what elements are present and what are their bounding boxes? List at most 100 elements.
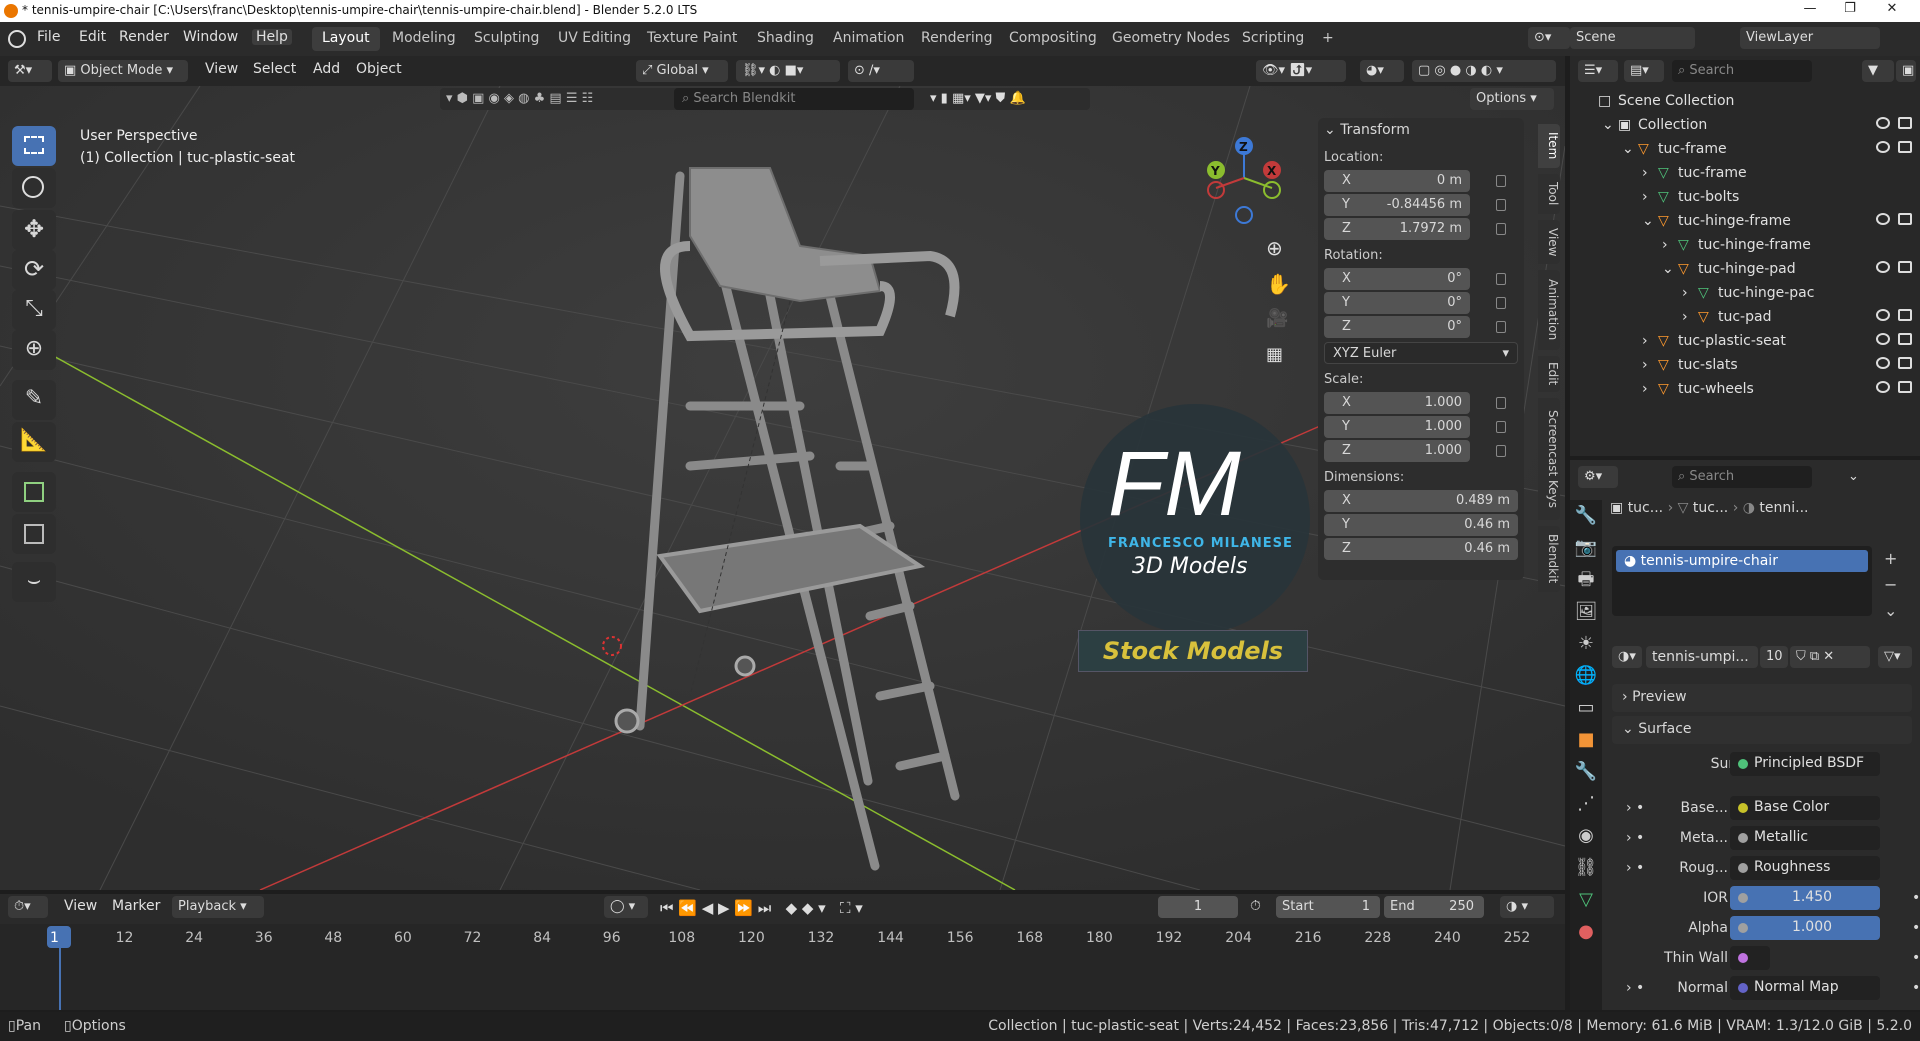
- tab-shading[interactable]: Shading: [747, 27, 824, 51]
- clock-icon[interactable]: ⏱: [1250, 898, 1261, 914]
- expand-input-icon[interactable]: › •: [1626, 860, 1644, 876]
- tool-tab-icon[interactable]: 🔧: [1570, 500, 1602, 532]
- render-camera-icon[interactable]: [1898, 357, 1912, 369]
- menu-select[interactable]: Select: [253, 61, 296, 77]
- editor-type-icon[interactable]: ⚒▾: [8, 60, 52, 82]
- display-mode-icon[interactable]: ▤▾: [1624, 60, 1664, 82]
- view-layer-tab-icon[interactable]: 🖼: [1570, 596, 1602, 628]
- chevron-down-icon[interactable]: ⌄: [1622, 141, 1634, 157]
- menu-help[interactable]: Help: [252, 29, 292, 45]
- shader-input-value-field[interactable]: Metallic: [1730, 826, 1880, 850]
- render-camera-icon[interactable]: [1898, 141, 1912, 153]
- visibility-eye-icon[interactable]: [1876, 261, 1890, 273]
- rotation-mode-dropdown[interactable]: XYZ Euler ▾: [1324, 342, 1518, 364]
- outliner-object-row[interactable]: › ▽ tuc-frame: [1570, 162, 1920, 186]
- chevron-right-icon[interactable]: ›: [1682, 285, 1688, 301]
- outliner-object-row[interactable]: › ▽ tuc-hinge-frame: [1570, 234, 1920, 258]
- chevron-down-icon[interactable]: ⌄: [1642, 213, 1654, 229]
- auto-keying-icon[interactable]: ◯ ▾: [604, 896, 648, 918]
- tab-texture-paint[interactable]: Texture Paint: [637, 27, 747, 51]
- visibility-eye-icon[interactable]: [1876, 333, 1890, 345]
- lock-icon[interactable]: [1496, 223, 1506, 235]
- tab-animation[interactable]: Animation: [823, 27, 914, 51]
- tab-edit[interactable]: Edit: [1538, 356, 1560, 392]
- lock-icon[interactable]: [1496, 445, 1506, 457]
- menu-file[interactable]: File: [37, 29, 60, 45]
- proportional-edit[interactable]: ⊙ ∕▾: [848, 60, 914, 82]
- outliner-object-row[interactable]: ⌄ ▽ tuc-frame: [1570, 138, 1920, 162]
- render-camera-icon[interactable]: [1898, 117, 1912, 129]
- properties-search-input[interactable]: ⌕ Search: [1672, 466, 1812, 488]
- tab-screencast-keys[interactable]: Screencast Keys: [1538, 398, 1560, 520]
- keyframe-dot-icon[interactable]: •: [1912, 920, 1920, 936]
- chevron-right-icon[interactable]: ›: [1642, 165, 1648, 181]
- keyframe-dot-icon[interactable]: •: [1912, 950, 1920, 966]
- tab-compositing[interactable]: Compositing: [999, 27, 1107, 51]
- camera-view-icon[interactable]: 🎥: [1266, 308, 1288, 329]
- menu-add[interactable]: Add: [313, 61, 340, 77]
- material-users-count[interactable]: 10: [1760, 646, 1788, 668]
- properties-editor-icon[interactable]: ⚙▾: [1578, 466, 1618, 488]
- tab-rendering[interactable]: Rendering: [911, 27, 1003, 51]
- chevron-right-icon[interactable]: ›: [1642, 189, 1648, 205]
- scale-y-field[interactable]: Y 1.000: [1324, 416, 1470, 438]
- render-camera-icon[interactable]: [1898, 213, 1912, 225]
- chevron-right-icon[interactable]: ›: [1642, 381, 1648, 397]
- outliner-collection-row[interactable]: ⌄ ▣ Collection: [1570, 114, 1920, 138]
- outliner-object-row[interactable]: ⌄ ▽ tuc-hinge-pad: [1570, 258, 1920, 282]
- chevron-down-icon[interactable]: ⌄: [1662, 261, 1674, 277]
- surface-panel-header[interactable]: ⌄ Surface: [1612, 716, 1912, 744]
- chevron-right-icon[interactable]: ›: [1662, 237, 1668, 253]
- filter-icon[interactable]: ▼: [1862, 60, 1894, 82]
- preview-panel-header[interactable]: › Preview: [1612, 684, 1912, 712]
- lock-icon[interactable]: [1496, 421, 1506, 433]
- keyframe-dot-icon[interactable]: •: [1912, 890, 1920, 906]
- scene-tab-icon[interactable]: ☀: [1570, 628, 1602, 660]
- lock-icon[interactable]: [1496, 397, 1506, 409]
- chevron-right-icon[interactable]: ›: [1642, 357, 1648, 373]
- viewlayer-field[interactable]: ViewLayer: [1740, 27, 1880, 49]
- menu-object[interactable]: Object: [356, 61, 402, 77]
- outliner-object-row[interactable]: › ▽ tuc-plastic-seat: [1570, 330, 1920, 354]
- pan-hand-icon[interactable]: ✋: [1266, 272, 1291, 296]
- new-collection-icon[interactable]: ▣: [1896, 60, 1916, 82]
- timeline-editor-icon[interactable]: ⏱▾: [8, 896, 48, 918]
- orientation-dropdown[interactable]: ⤢ Global ▾: [636, 60, 728, 82]
- tab-uv-editing[interactable]: UV Editing: [548, 27, 641, 51]
- render-camera-icon[interactable]: [1898, 309, 1912, 321]
- lock-icon[interactable]: [1496, 199, 1506, 211]
- world-tab-icon[interactable]: 🌐: [1570, 660, 1602, 692]
- expand-input-icon[interactable]: › •: [1626, 800, 1644, 816]
- visibility-eye-icon[interactable]: [1876, 141, 1890, 153]
- menu-view[interactable]: View: [205, 61, 238, 77]
- overlays-toggle[interactable]: ◕▾: [1360, 60, 1404, 82]
- tab-view[interactable]: View: [1538, 220, 1560, 264]
- menu-edit[interactable]: Edit: [79, 29, 106, 45]
- shading-modes[interactable]: ▢ ◎ ● ◑ ◐ ▾: [1412, 60, 1556, 82]
- render-camera-icon[interactable]: [1898, 333, 1912, 345]
- render-tab-icon[interactable]: 📷: [1570, 532, 1602, 564]
- shader-input-value-field[interactable]: Roughness: [1730, 856, 1880, 880]
- material-tab-icon[interactable]: ●: [1570, 916, 1602, 948]
- shader-input-value-field[interactable]: Normal Map: [1730, 976, 1880, 1000]
- navigation-gizmo[interactable]: Z Y X: [1198, 130, 1288, 230]
- lock-icon[interactable]: [1496, 273, 1506, 285]
- outliner-editor-icon[interactable]: ☰▾: [1578, 60, 1618, 82]
- expand-input-icon[interactable]: › •: [1626, 980, 1644, 996]
- scene-field[interactable]: Scene: [1570, 27, 1695, 49]
- lock-icon[interactable]: [1496, 297, 1506, 309]
- material-action-icons[interactable]: ⛉ ⧉ ✕: [1790, 646, 1870, 668]
- keyframe-dot-icon[interactable]: •: [1912, 980, 1920, 996]
- overlay-toggle[interactable]: ◑ ▾: [1500, 896, 1554, 918]
- dimensions-y-field[interactable]: Y 0.46 m: [1324, 514, 1518, 536]
- start-frame-field[interactable]: Start 1: [1276, 896, 1380, 918]
- render-camera-icon[interactable]: [1898, 261, 1912, 273]
- expand-input-icon[interactable]: › •: [1626, 830, 1644, 846]
- shader-input-value-field[interactable]: 1.450: [1730, 886, 1880, 910]
- render-camera-icon[interactable]: [1898, 381, 1912, 393]
- visibility-gizmo-controls[interactable]: 👁▾ ⤴▾: [1256, 60, 1346, 82]
- rotation-x-field[interactable]: X 0°: [1324, 268, 1470, 290]
- dimensions-x-field[interactable]: X 0.489 m: [1324, 490, 1518, 512]
- surface-shader-field[interactable]: Principled BSDF: [1730, 752, 1880, 776]
- outliner-object-row[interactable]: ⌄ ▽ tuc-hinge-frame: [1570, 210, 1920, 234]
